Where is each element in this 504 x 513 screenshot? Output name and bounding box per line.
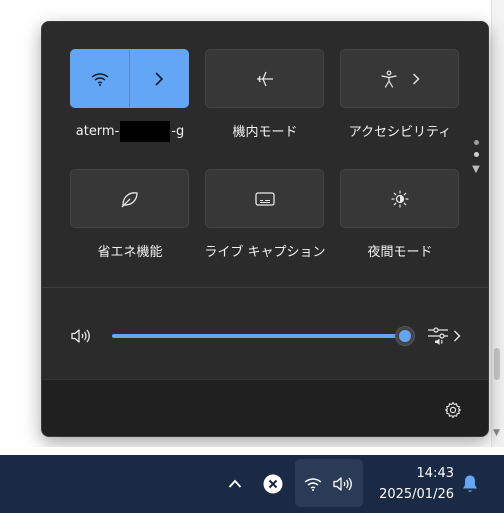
section-divider xyxy=(42,287,488,288)
speaker-icon xyxy=(333,477,352,491)
quick-settings-panel: aterm- -g 機内モード アクセシビリティ 省エネ機能 ライブ キャプション xyxy=(41,21,489,437)
volume-slider-thumb[interactable] xyxy=(395,326,415,346)
wifi-expand-button[interactable] xyxy=(130,50,188,107)
accessibility-label: アクセシビリティ xyxy=(348,125,452,140)
page-dot-2[interactable] xyxy=(473,152,479,157)
page-indicator: ▼ xyxy=(470,140,482,175)
quick-settings-footer xyxy=(42,379,488,436)
gear-icon[interactable] xyxy=(444,401,462,419)
desktop-background xyxy=(0,0,504,12)
speaker-icon[interactable] xyxy=(70,328,92,344)
wifi-tile[interactable] xyxy=(70,49,189,108)
chevron-right-icon xyxy=(412,73,419,84)
wifi-icon xyxy=(91,72,109,86)
next-page-arrow[interactable]: ▼ xyxy=(470,164,482,175)
captions-icon xyxy=(254,191,275,206)
close-circle-icon[interactable] xyxy=(263,474,283,494)
scroll-down-arrow[interactable]: ▼ xyxy=(493,428,500,438)
audio-output-icon[interactable] xyxy=(427,326,449,346)
volume-row xyxy=(42,317,488,357)
wifi-icon xyxy=(304,478,322,491)
redacted-ssid xyxy=(120,121,171,142)
volume-slider-track[interactable] xyxy=(112,334,405,338)
airplane-mode-label: 機内モード xyxy=(232,125,298,140)
accessibility-tile[interactable] xyxy=(340,49,459,108)
night-light-icon xyxy=(390,189,409,208)
leaf-icon xyxy=(121,191,138,207)
desktop-background xyxy=(0,447,504,455)
night-light-tile[interactable] xyxy=(340,169,459,228)
energy-saver-label: 省エネ機能 xyxy=(97,245,163,260)
taskbar: 14:43 2025/01/26 xyxy=(0,455,504,513)
page-dot-1[interactable] xyxy=(473,140,479,145)
night-light-label: 夜間モード xyxy=(367,245,433,260)
energy-saver-tile[interactable] xyxy=(70,169,189,228)
clock-date: 2025/01/26 xyxy=(379,487,454,502)
chevron-right-icon xyxy=(155,71,164,86)
wifi-tile-label: aterm- -g xyxy=(60,121,200,142)
accessibility-icon xyxy=(380,70,397,88)
taskbar-clock[interactable]: 14:43 2025/01/26 xyxy=(370,463,454,505)
wifi-toggle-button[interactable] xyxy=(71,50,129,107)
bell-icon[interactable] xyxy=(461,474,479,494)
clock-time: 14:43 xyxy=(416,466,454,481)
chevron-up-icon[interactable] xyxy=(228,479,242,489)
chevron-right-icon[interactable] xyxy=(453,330,461,342)
airplane-mode-tile[interactable] xyxy=(205,49,324,108)
background-window-scrollbar[interactable]: ▼ xyxy=(491,0,504,447)
airplane-icon xyxy=(256,71,273,86)
scrollbar-thumb[interactable] xyxy=(494,348,500,380)
live-captions-tile[interactable] xyxy=(205,169,324,228)
network-volume-tray-button[interactable] xyxy=(295,459,363,507)
live-captions-label: ライブ キャプション xyxy=(204,245,326,260)
